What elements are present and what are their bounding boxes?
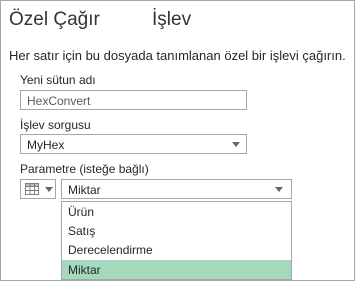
function-query-value: MyHex	[27, 138, 65, 152]
option-urun[interactable]: Ürün	[62, 202, 291, 221]
function-query-select[interactable]: MyHex	[20, 134, 247, 154]
chevron-down-icon	[275, 187, 283, 192]
option-satis[interactable]: Satış	[62, 221, 291, 240]
function-query-label: İşlev sorgusu	[20, 118, 91, 132]
chevron-down-icon	[232, 142, 240, 147]
new-column-label: Yeni sütun adı	[20, 73, 96, 87]
option-derecelendirme[interactable]: Derecelendirme	[62, 240, 291, 259]
parameter-options-list: Ürün Satış Derecelendirme Miktar	[61, 201, 292, 280]
chevron-down-icon	[45, 187, 53, 192]
new-column-value: HexConvert	[27, 94, 91, 108]
dialog-description: Her satır için bu dosyada tanımlanan öze…	[9, 48, 346, 63]
table-column-icon	[25, 183, 39, 195]
dialog-title: Özel Çağır	[9, 9, 100, 30]
parameter-select[interactable]: Miktar	[61, 179, 292, 199]
option-miktar[interactable]: Miktar	[62, 260, 291, 279]
dialog-title-function: İşlev	[152, 9, 192, 30]
parameter-type-button[interactable]	[20, 179, 56, 199]
parameter-value: Miktar	[68, 183, 101, 197]
invoke-custom-function-dialog: Özel Çağır İşlev Her satır için bu dosya…	[0, 0, 355, 281]
new-column-input[interactable]: HexConvert	[20, 90, 247, 110]
parameter-label: Parametre (isteğe bağlı)	[20, 162, 149, 176]
